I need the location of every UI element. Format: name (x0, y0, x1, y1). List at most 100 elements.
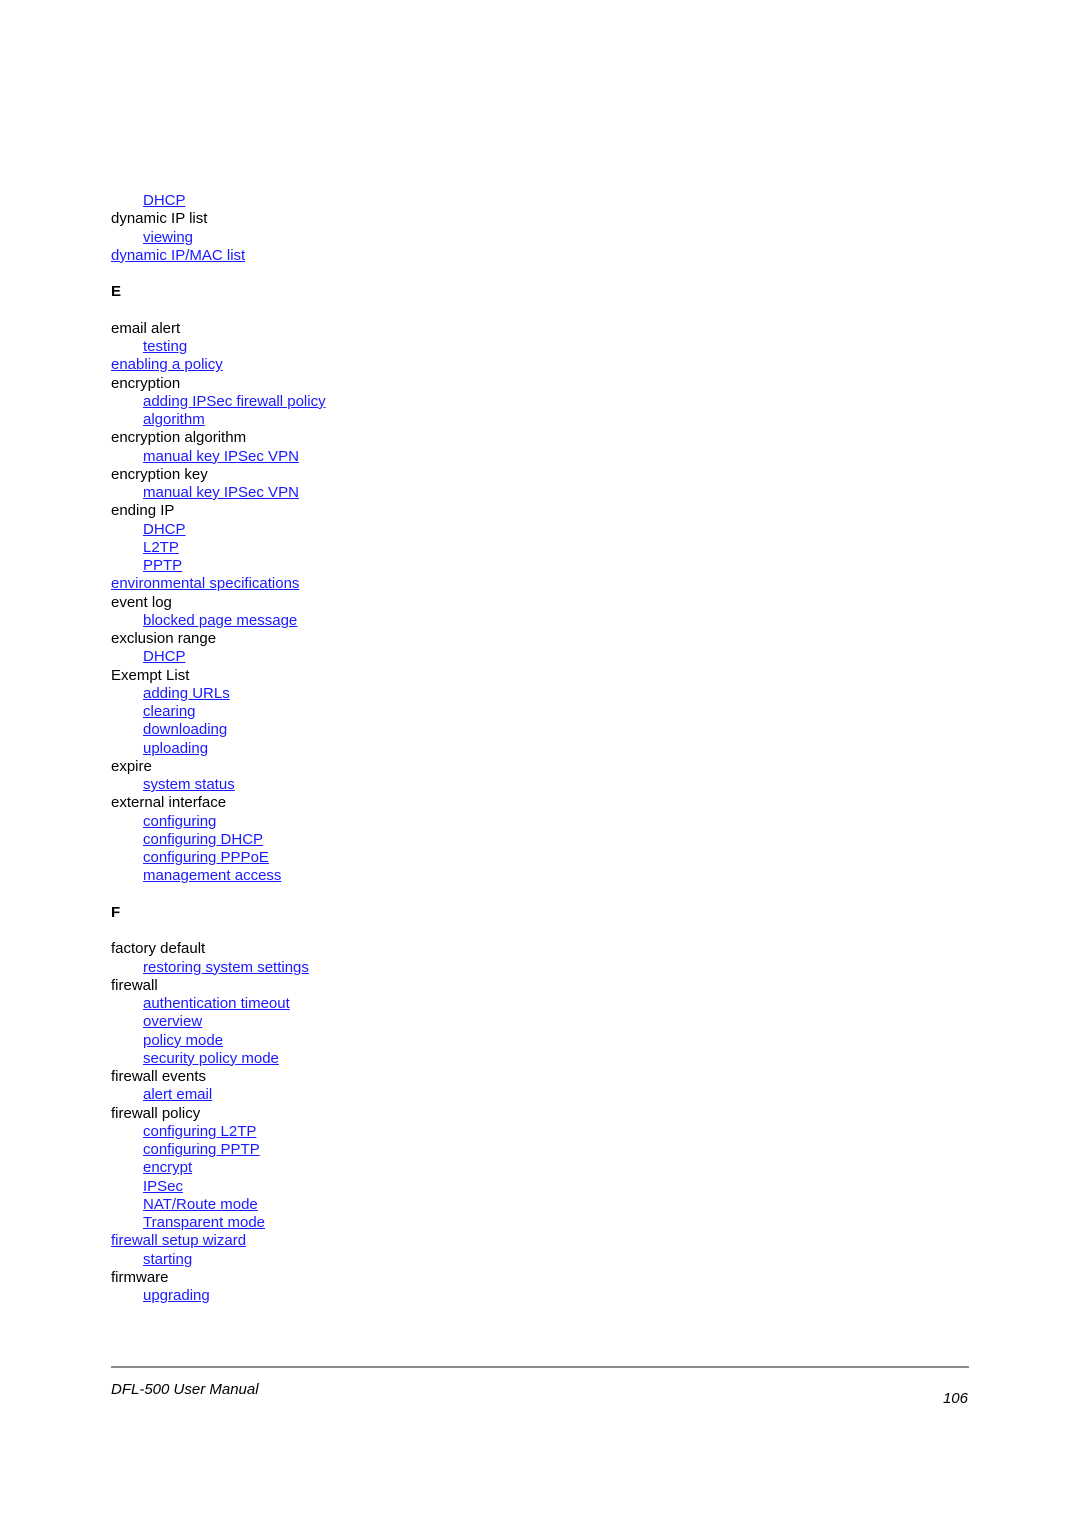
index-link[interactable]: environmental specifications (111, 575, 299, 592)
index-link[interactable]: overview (143, 1013, 202, 1030)
index-term: encryption algorithm (111, 429, 247, 447)
index-link[interactable]: algorithm (143, 411, 205, 428)
index-subentry: NAT/Route mode (111, 1196, 811, 1214)
index-subentry: manual key IPSec VPN (111, 448, 811, 466)
index-entry: event log (111, 594, 811, 612)
index-link[interactable]: DHCP (143, 648, 186, 665)
index-term: external interface (111, 794, 227, 812)
index-subentry: Transparent mode (111, 1214, 811, 1232)
footer-divider (111, 1366, 969, 1368)
index-link[interactable]: configuring L2TP (143, 1123, 256, 1140)
index-link[interactable]: L2TP (143, 539, 179, 556)
index-subentry: downloading (111, 721, 811, 739)
index-entry: expire (111, 758, 811, 776)
index-subentry: testing (111, 338, 811, 356)
index-entry: dynamic IP/MAC list (111, 247, 811, 265)
index-term: firewall policy (111, 1104, 201, 1122)
index-link[interactable]: manual key IPSec VPN (143, 484, 299, 501)
index-link[interactable]: NAT/Route mode (143, 1196, 258, 1213)
index-term: firewall events (111, 1068, 207, 1085)
index-entry: encryption algorithm (111, 429, 811, 447)
index-link[interactable]: restoring system settings (143, 959, 309, 976)
index-link[interactable]: configuring DHCP (143, 831, 263, 848)
index-link[interactable]: enabling a policy (111, 356, 223, 373)
index-link[interactable]: Transparent mode (143, 1214, 265, 1231)
index-link[interactable]: dynamic IP/MAC list (111, 247, 245, 264)
index-subentry: alert email (111, 1086, 811, 1104)
index-entry: environmental specifications (111, 575, 811, 593)
index-term: exclusion range (111, 630, 217, 647)
index-entry: dynamic IP list (111, 210, 811, 228)
index-entry: ending IP (111, 502, 811, 520)
index-link[interactable]: clearing (143, 703, 196, 720)
index-entry: firewall events (111, 1068, 811, 1086)
index-term: factory default (111, 940, 206, 958)
index-subentry: PPTP (111, 557, 811, 575)
index-list: DHCP dynamic IP list viewing dynamic IP/MAC… (111, 192, 811, 1305)
section-letter-heading: E (111, 283, 811, 301)
index-subentry: configuring PPPoE (111, 849, 811, 867)
footer-manual-title: DFL-500 User Manual (111, 1381, 259, 1398)
index-link[interactable]: management access (143, 867, 281, 884)
index-link[interactable]: downloading (143, 721, 227, 738)
index-entry: firmware (111, 1269, 811, 1287)
index-link[interactable]: policy mode (143, 1032, 223, 1049)
index-subentry: configuring DHCP (111, 831, 811, 849)
index-subentry: overview (111, 1013, 811, 1031)
index-link[interactable]: alert email (143, 1086, 212, 1103)
index-entry: Exempt List (111, 667, 811, 685)
index-link[interactable]: DHCP (143, 521, 186, 538)
index-link[interactable]: testing (143, 338, 187, 355)
index-link[interactable]: adding URLs (143, 685, 230, 702)
index-subentry: DHCP (111, 648, 811, 666)
index-link[interactable]: upgrading (143, 1287, 210, 1304)
index-link[interactable]: system status (143, 776, 235, 793)
section-letter-heading: F (111, 904, 811, 922)
index-subentry: clearing (111, 703, 811, 721)
index-link[interactable]: configuring (143, 813, 216, 830)
index-term: Exempt List (111, 666, 190, 684)
index-term: dynamic IP list (111, 210, 208, 228)
index-subentry: DHCP (111, 521, 811, 539)
index-link[interactable]: authentication timeout (143, 995, 290, 1012)
index-entry: encryption key (111, 466, 811, 484)
index-subentry: upgrading (111, 1287, 811, 1305)
index-link[interactable]: firewall setup wizard (111, 1232, 246, 1249)
footer-page-number: 106 (942, 1390, 968, 1407)
index-link[interactable]: configuring PPPoE (143, 849, 269, 866)
index-subentry: encrypt (111, 1159, 811, 1177)
index-entry: encryption (111, 375, 811, 393)
index-term: firewall (111, 976, 158, 994)
index-subentry: authentication timeout (111, 995, 811, 1013)
index-link[interactable]: encrypt (143, 1159, 192, 1176)
index-subentry: algorithm (111, 411, 811, 429)
index-link[interactable]: manual key IPSec VPN (143, 448, 299, 465)
index-subentry: IPSec (111, 1178, 811, 1196)
index-link[interactable]: IPSec (143, 1178, 183, 1195)
index-subentry: blocked page message (111, 612, 811, 630)
index-link[interactable]: configuring PPTP (143, 1141, 260, 1158)
index-entry: exclusion range (111, 630, 811, 648)
index-subentry: management access (111, 867, 811, 885)
index-link[interactable]: viewing (143, 229, 193, 246)
index-link[interactable]: security policy mode (143, 1050, 279, 1067)
index-entry: firewall policy (111, 1105, 811, 1123)
index-link[interactable]: DHCP (143, 192, 186, 209)
index-link[interactable]: starting (143, 1251, 192, 1268)
index-subentry: configuring PPTP (111, 1141, 811, 1159)
index-subentry: DHCP (111, 192, 811, 210)
index-link[interactable]: PPTP (143, 557, 182, 574)
index-link[interactable]: uploading (143, 740, 208, 757)
index-subentry: viewing (111, 229, 811, 247)
index-link[interactable]: blocked page message (143, 612, 297, 629)
index-entry: external interface (111, 794, 811, 812)
index-term: expire (111, 757, 152, 775)
section-letter: F (111, 903, 121, 921)
index-term: email alert (111, 319, 181, 337)
index-entry: firewall (111, 977, 811, 995)
index-link[interactable]: adding IPSec firewall policy (143, 393, 326, 410)
index-subentry: restoring system settings (111, 959, 811, 977)
